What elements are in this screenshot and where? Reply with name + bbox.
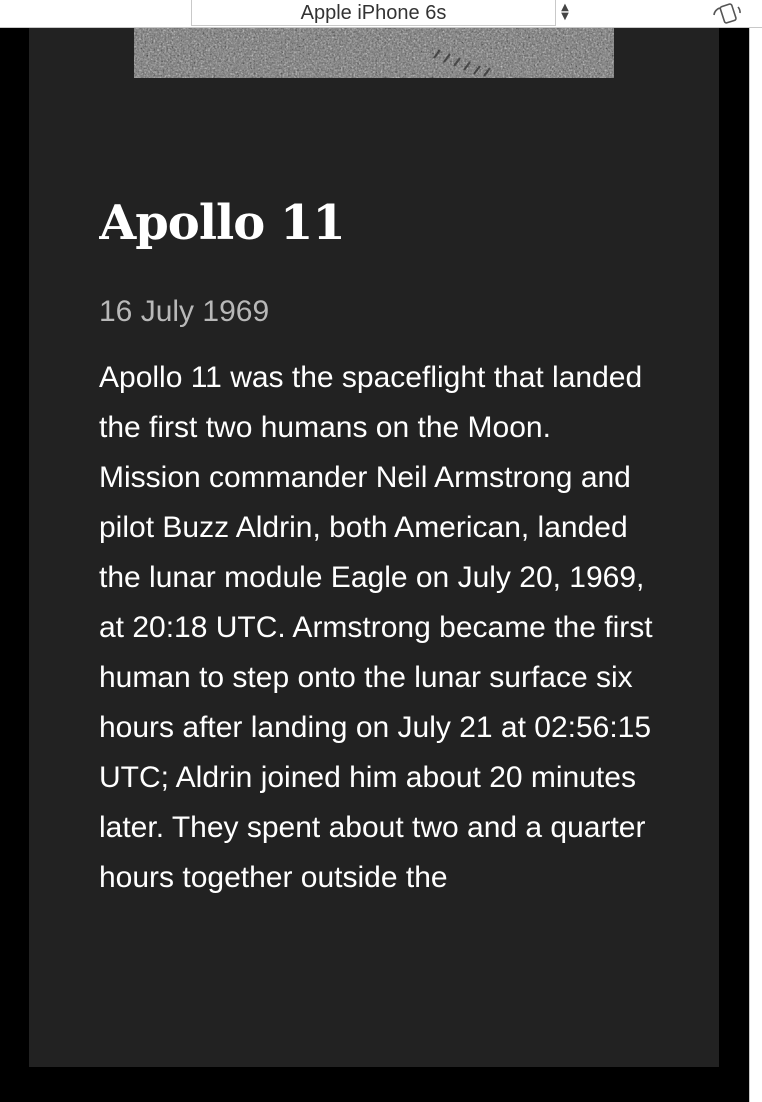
moon-surface-image bbox=[134, 28, 614, 78]
device-toolbar: Apple iPhone 6s ▲ ▼ bbox=[0, 0, 762, 28]
article-date: 16 July 1969 bbox=[99, 295, 270, 328]
article-card: Apollo 11 16 July 1969 Apollo 11 was the… bbox=[29, 28, 719, 1067]
rotate-device-icon[interactable] bbox=[708, 1, 744, 25]
select-arrows-icon[interactable]: ▲ ▼ bbox=[558, 3, 572, 23]
article-title: Apollo 11 bbox=[99, 195, 346, 251]
article-content: Apollo 11 16 July 1969 Apollo 11 was the… bbox=[99, 188, 659, 1000]
article-body: Apollo 11 was the spaceflight that lande… bbox=[99, 361, 653, 894]
window-edge bbox=[749, 28, 762, 1102]
device-select[interactable]: Apple iPhone 6s bbox=[191, 0, 556, 26]
